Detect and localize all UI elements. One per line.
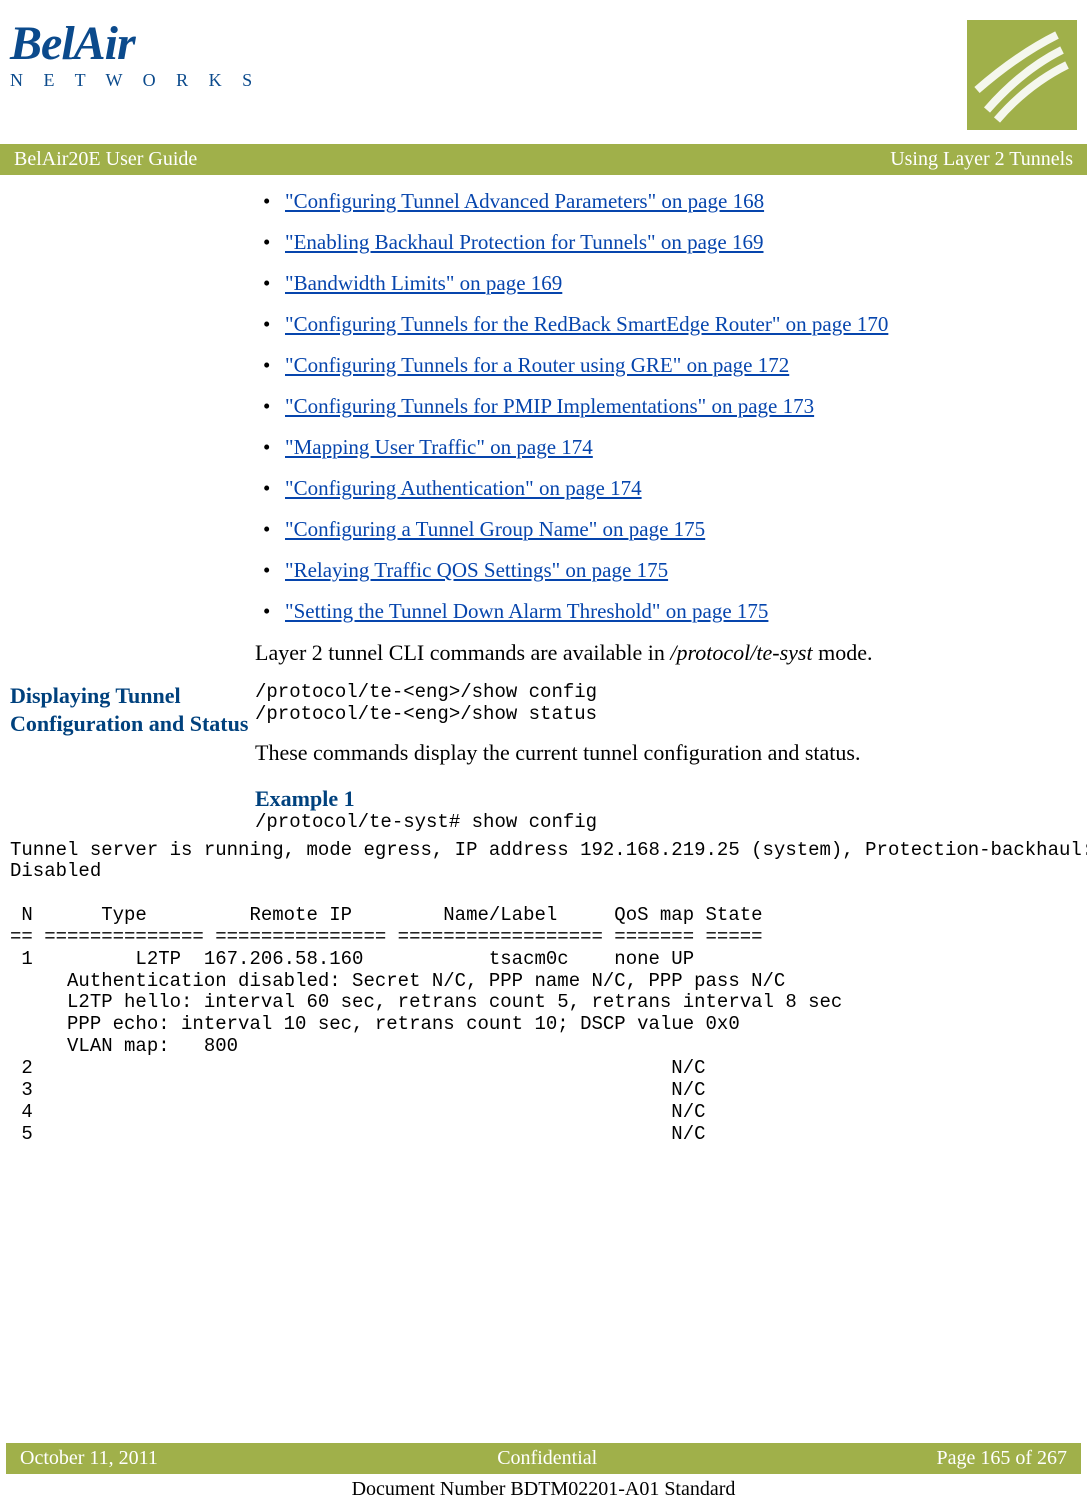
topic-link[interactable]: "Enabling Backhaul Protection for Tunnel… [285, 230, 764, 254]
logo-sub: N E T W O R K S [10, 70, 260, 91]
topic-link[interactable]: "Configuring Authentication" on page 174 [285, 476, 642, 500]
topic-link[interactable]: "Configuring Tunnels for the RedBack Sma… [285, 312, 888, 336]
title-bar: BelAir20E User Guide Using Layer 2 Tunne… [0, 144, 1087, 175]
list-item: "Configuring Tunnels for a Router using … [255, 353, 1067, 378]
page-footer: October 11, 2011 Confidential Page 165 o… [0, 1443, 1087, 1501]
content-area: "Configuring Tunnel Advanced Parameters"… [0, 175, 1087, 682]
chapter-title: Using Layer 2 Tunnels [890, 148, 1073, 171]
list-item: "Configuring Authentication" on page 174 [255, 476, 1067, 501]
footer-docnum: Document Number BDTM02201-A01 Standard [0, 1478, 1087, 1501]
topic-link[interactable]: "Configuring Tunnels for PMIP Implementa… [285, 394, 814, 418]
terminal-output: Tunnel server is running, mode egress, I… [0, 840, 1087, 1146]
cli-mode-note: Layer 2 tunnel CLI commands are availabl… [255, 640, 1067, 666]
text-fragment: mode. [813, 640, 873, 665]
section-block: Displaying Tunnel Configuration and Stat… [0, 682, 1087, 834]
topic-link[interactable]: "Configuring Tunnels for a Router using … [285, 353, 789, 377]
footer-page: Page 165 of 267 [936, 1447, 1067, 1470]
topic-link[interactable]: "Configuring a Tunnel Group Name" on pag… [285, 517, 705, 541]
list-item: "Bandwidth Limits" on page 169 [255, 271, 1067, 296]
text-fragment: Layer 2 tunnel CLI commands are availabl… [255, 640, 670, 665]
list-item: "Setting the Tunnel Down Alarm Threshold… [255, 599, 1067, 624]
topic-link-list: "Configuring Tunnel Advanced Parameters"… [255, 189, 1067, 624]
logo-left: BelAir N E T W O R K S [10, 20, 260, 91]
section-heading: Displaying Tunnel Configuration and Stat… [10, 682, 255, 737]
brand-swirl-icon [967, 20, 1077, 130]
cli-path: /protocol/te-syst [670, 640, 812, 665]
list-item: "Configuring Tunnels for the RedBack Sma… [255, 312, 1067, 337]
topic-link[interactable]: "Configuring Tunnel Advanced Parameters"… [285, 189, 764, 213]
list-item: "Configuring a Tunnel Group Name" on pag… [255, 517, 1067, 542]
topic-link[interactable]: "Mapping User Traffic" on page 174 [285, 435, 593, 459]
command-line: /protocol/te-<eng>/show status [255, 704, 1067, 726]
command-line: /protocol/te-<eng>/show config [255, 682, 1067, 704]
list-item: "Configuring Tunnel Advanced Parameters"… [255, 189, 1067, 214]
footer-confidential: Confidential [497, 1447, 597, 1470]
list-item: "Configuring Tunnels for PMIP Implementa… [255, 394, 1067, 419]
logo-main: BelAir [10, 20, 260, 68]
main-column: "Configuring Tunnel Advanced Parameters"… [255, 189, 1077, 682]
example-command: /protocol/te-syst# show config [255, 812, 1067, 834]
list-item: "Mapping User Traffic" on page 174 [255, 435, 1067, 460]
example-heading: Example 1 [255, 786, 1067, 812]
footer-bar: October 11, 2011 Confidential Page 165 o… [6, 1443, 1081, 1474]
section-description: These commands display the current tunne… [255, 740, 1067, 766]
topic-link[interactable]: "Relaying Traffic QOS Settings" on page … [285, 558, 668, 582]
list-item: "Relaying Traffic QOS Settings" on page … [255, 558, 1067, 583]
footer-date: October 11, 2011 [20, 1447, 158, 1470]
main-column: /protocol/te-<eng>/show config /protocol… [255, 682, 1077, 834]
list-item: "Enabling Backhaul Protection for Tunnel… [255, 230, 1067, 255]
topic-link[interactable]: "Setting the Tunnel Down Alarm Threshold… [285, 599, 768, 623]
page-header: BelAir N E T W O R K S [0, 0, 1087, 140]
side-column: Displaying Tunnel Configuration and Stat… [10, 682, 255, 737]
guide-title: BelAir20E User Guide [14, 148, 197, 171]
topic-link[interactable]: "Bandwidth Limits" on page 169 [285, 271, 562, 295]
